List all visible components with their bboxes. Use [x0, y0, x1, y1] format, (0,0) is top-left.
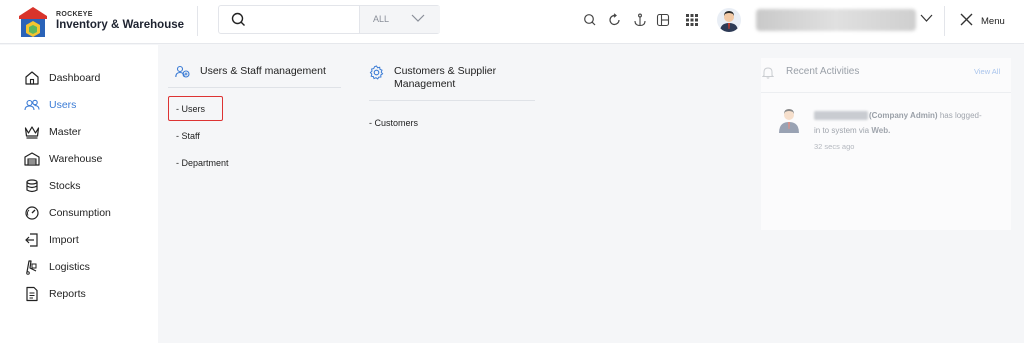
sidebar-item-label: Import [49, 234, 79, 246]
header-divider [197, 6, 198, 36]
sidebar-item-label: Dashboard [49, 72, 101, 84]
chevron-down-icon [411, 14, 425, 22]
sidebar-item-label: Logistics [49, 261, 90, 273]
customers-section-title-line2: Management [394, 78, 456, 90]
sidebar-item-label: Reports [49, 288, 86, 300]
search-scope-select[interactable]: ALL [359, 6, 440, 33]
refresh-icon[interactable] [608, 13, 622, 27]
section-divider [168, 87, 341, 88]
rockeye-logo-icon[interactable] [18, 6, 48, 38]
gauge-icon [24, 205, 40, 221]
brand-tagline: ROCKEYE [56, 11, 93, 18]
global-search[interactable]: ALL [218, 5, 440, 34]
search-icon[interactable] [583, 13, 597, 27]
sidebar-item-consumption[interactable]: Consumption [24, 204, 111, 222]
highlight-box [168, 96, 223, 121]
recent-activities-panel [761, 58, 1011, 230]
warehouse-icon [24, 151, 40, 167]
activity-channel: Web. [871, 126, 891, 135]
user-avatar[interactable] [717, 8, 741, 32]
search-icon [231, 12, 245, 26]
users-section-title: Users & Staff management [200, 65, 326, 77]
activity-text-line2: in to system via Web. [814, 126, 890, 135]
sidebar-item-label: Users [49, 99, 77, 111]
menu-link-customers[interactable]: - Customers [369, 118, 418, 128]
activity-line2-prefix: in to system via [814, 126, 872, 135]
sidebar-item-logistics[interactable]: Logistics [24, 258, 90, 276]
sidebar-item-users[interactable]: Users [24, 96, 76, 114]
activity-text-line1: (Company Admin) has logged- [869, 111, 982, 120]
user-avatar-icon [720, 11, 738, 32]
close-icon[interactable] [960, 13, 973, 26]
activity-user-avatar [779, 109, 799, 133]
crown-icon [24, 124, 40, 140]
customers-section-title-line1: Customers & Supplier [394, 65, 497, 77]
anchor-icon[interactable] [633, 13, 647, 27]
bell-icon [762, 67, 774, 79]
menu-link-department[interactable]: - Department [176, 158, 229, 168]
section-divider [369, 100, 535, 101]
sidebar-item-import[interactable]: Import [24, 231, 79, 249]
menu-toggle-label[interactable]: Menu [981, 16, 1005, 27]
stocks-icon [24, 178, 40, 194]
gear-icon [369, 65, 384, 80]
home-icon [24, 70, 40, 86]
sidebar-item-label: Master [49, 126, 82, 138]
sidebar-item-label: Warehouse [49, 153, 103, 165]
sidebar-item-master[interactable]: Master [24, 123, 81, 141]
view-all-link[interactable]: View All [974, 67, 1000, 76]
top-bar: ROCKEYE Inventory & Warehouse ALL Menu [0, 0, 1024, 44]
sidebar-item-dashboard[interactable]: Dashboard [24, 69, 100, 87]
activity-user-name-redacted [814, 111, 868, 120]
sidebar-item-label: Consumption [49, 207, 111, 219]
recent-activities-title: Recent Activities [786, 66, 860, 77]
import-icon [24, 232, 40, 248]
logistics-icon [24, 259, 40, 275]
customers-section-header: Customers & Supplier Management [369, 65, 496, 91]
users-icon [175, 65, 190, 78]
users-section-header: Users & Staff management [175, 65, 326, 79]
sidebar-item-label: Stocks [49, 180, 81, 192]
activity-action: has logged- [937, 111, 982, 120]
sidebar-item-reports[interactable]: Reports [24, 285, 86, 303]
search-scope-value: ALL [373, 14, 390, 24]
activity-timestamp: 32 secs ago [814, 142, 855, 151]
app-title: Inventory & Warehouse [56, 19, 185, 31]
sidebar-item-warehouse[interactable]: Warehouse [24, 150, 102, 168]
layout-icon[interactable] [656, 13, 670, 27]
sidebar-item-stocks[interactable]: Stocks [24, 177, 81, 195]
activity-divider [761, 92, 1011, 93]
users-icon [24, 97, 40, 113]
activity-role: (Company Admin) [869, 111, 938, 120]
menu-link-staff[interactable]: - Staff [176, 131, 200, 141]
chevron-down-icon[interactable] [920, 14, 933, 23]
username-redacted [756, 9, 916, 31]
header-divider [944, 6, 945, 36]
report-icon [24, 286, 40, 302]
apps-grid-icon[interactable] [685, 13, 699, 27]
